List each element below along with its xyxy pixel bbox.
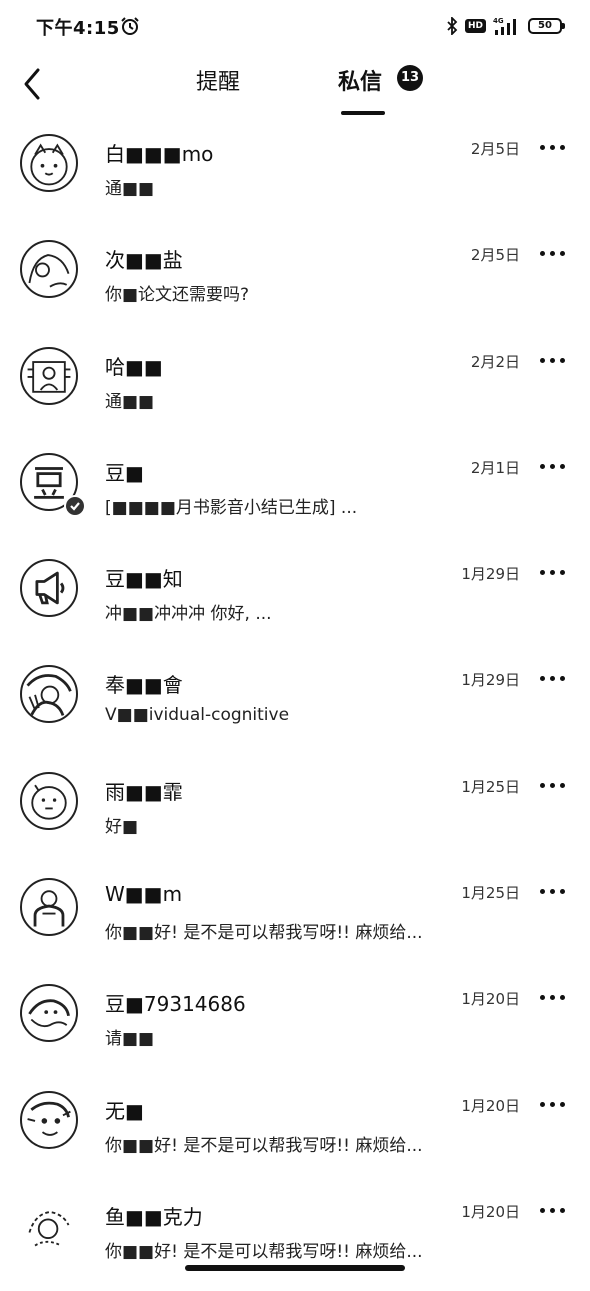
header: 提醒 私信 13 xyxy=(0,56,590,122)
verified-badge-icon xyxy=(64,494,86,517)
message-preview: [■■■■月书影音小结已生成] ... xyxy=(105,497,358,518)
more-options-icon[interactable] xyxy=(538,240,568,264)
signal-icon: 4G xyxy=(493,17,516,35)
sender-name: 白■■■mo xyxy=(105,142,214,166)
avatar[interactable] xyxy=(20,984,78,1043)
tab-direct-messages[interactable]: 私信 xyxy=(338,64,382,96)
active-tab-indicator xyxy=(341,111,385,115)
message-date: 1月20日 xyxy=(461,990,520,1009)
sender-name: 次■■盐 xyxy=(105,248,183,273)
message-row[interactable]: 白■■■mo 通■■ 2月5日 xyxy=(0,122,590,228)
sender-name: 无■ xyxy=(105,1098,144,1123)
more-options-icon[interactable] xyxy=(538,984,568,1008)
message-preview: 你■■好! 是不是可以帮我写呀!! 麻烦给... xyxy=(105,923,423,944)
sender-name: 雨■■霏 xyxy=(105,779,183,804)
sender-name: 豆■ xyxy=(105,460,144,485)
home-indicator[interactable] xyxy=(185,1265,405,1271)
alarm-icon xyxy=(121,17,139,35)
tab-reminders[interactable]: 提醒 xyxy=(196,64,240,96)
message-date: 1月29日 xyxy=(461,565,520,584)
more-options-icon[interactable] xyxy=(538,665,568,689)
message-preview: 冲■■冲冲冲 你好, ... xyxy=(105,604,272,625)
message-row[interactable]: W■■m 你■■好! 是不是可以帮我写呀!! 麻烦给... 1月25日 xyxy=(0,866,590,972)
message-row[interactable]: 奉■■會 V■■ividual-cognitive 1月29日 xyxy=(0,653,590,759)
message-preview: 请■■ xyxy=(105,1029,155,1050)
message-row[interactable]: 豆■ [■■■■月书影音小结已生成] ... 2月1日 xyxy=(0,441,590,547)
message-date: 1月25日 xyxy=(461,884,520,903)
sender-name: 奉■■會 xyxy=(105,673,183,698)
hd-icon: HD xyxy=(464,19,486,33)
sender-name: 鱼■■克力 xyxy=(105,1204,203,1229)
message-preview: 通■■ xyxy=(105,391,155,412)
more-options-icon[interactable] xyxy=(538,134,568,158)
status-bar: 下午4:15 HD 4G 50 xyxy=(0,0,590,56)
megaphone-avatar[interactable] xyxy=(20,559,78,618)
bluetooth-icon xyxy=(447,17,458,35)
message-preview: 好■ xyxy=(105,816,139,837)
avatar[interactable] xyxy=(20,134,78,192)
avatar[interactable] xyxy=(20,240,78,299)
sender-name: 哈■■ xyxy=(105,354,163,379)
message-date: 1月29日 xyxy=(461,671,520,690)
sender-name: 豆■■知 xyxy=(105,567,183,592)
message-row[interactable]: 豆■79314686 请■■ 1月20日 xyxy=(0,972,590,1078)
more-options-icon[interactable] xyxy=(538,1197,568,1221)
battery-level: 50 xyxy=(538,20,552,31)
message-date: 1月20日 xyxy=(461,1096,520,1115)
message-preview: 你■论文还需要吗? xyxy=(105,285,250,306)
avatar[interactable] xyxy=(20,878,78,937)
message-row[interactable]: 次■■盐 你■论文还需要吗? 2月5日 xyxy=(0,228,590,334)
avatar[interactable] xyxy=(20,771,78,830)
message-date: 2月5日 xyxy=(470,140,520,158)
more-options-icon[interactable] xyxy=(538,453,568,477)
avatar[interactable] xyxy=(20,1196,78,1255)
message-row[interactable]: 豆■■知 冲■■冲冲冲 你好, ... 1月29日 xyxy=(0,547,590,653)
more-options-icon[interactable] xyxy=(538,347,568,371)
message-preview: 通■■ xyxy=(105,179,155,199)
message-preview: 你■■好! 是不是可以帮我写呀!! 麻烦给... xyxy=(105,1135,423,1156)
message-date: 1月25日 xyxy=(461,777,520,796)
message-date: 2月5日 xyxy=(470,246,520,265)
avatar[interactable] xyxy=(20,346,78,405)
sender-name: 豆■79314686 xyxy=(105,992,246,1017)
message-row[interactable]: 鱼■■克力 你■■好! 是不是可以帮我写呀!! 麻烦给... 1月20日 xyxy=(0,1185,590,1291)
unread-count-badge: 13 xyxy=(397,65,423,91)
back-arrow-icon[interactable] xyxy=(14,62,54,102)
battery-icon: 50 xyxy=(528,18,565,34)
message-date: 2月2日 xyxy=(470,352,520,371)
more-options-icon[interactable] xyxy=(538,878,568,902)
message-row[interactable]: 无■ 你■■好! 是不是可以帮我写呀!! 麻烦给... 1月20日 xyxy=(0,1079,590,1185)
more-options-icon[interactable] xyxy=(538,559,568,583)
svg-text:4G: 4G xyxy=(493,17,504,25)
message-list: 白■■■mo 通■■ 2月5日 次■■盐 你■论文还需要吗? 2月5日 哈■■ … xyxy=(0,122,590,1291)
message-row[interactable]: 雨■■霏 好■ 1月25日 xyxy=(0,760,590,866)
sender-name: W■■m xyxy=(105,882,183,907)
status-time: 下午4:15 xyxy=(36,18,120,39)
message-row[interactable]: 哈■■ 通■■ 2月2日 xyxy=(0,335,590,441)
message-date: 2月1日 xyxy=(470,458,520,477)
message-preview: V■■ividual-cognitive xyxy=(105,705,290,726)
more-options-icon[interactable] xyxy=(538,772,568,796)
avatar[interactable] xyxy=(20,1090,78,1149)
message-date: 1月20日 xyxy=(461,1202,520,1221)
avatar[interactable] xyxy=(20,665,78,724)
message-preview: 你■■好! 是不是可以帮我写呀!! 麻烦给... xyxy=(105,1241,423,1262)
more-options-icon[interactable] xyxy=(538,1091,568,1115)
